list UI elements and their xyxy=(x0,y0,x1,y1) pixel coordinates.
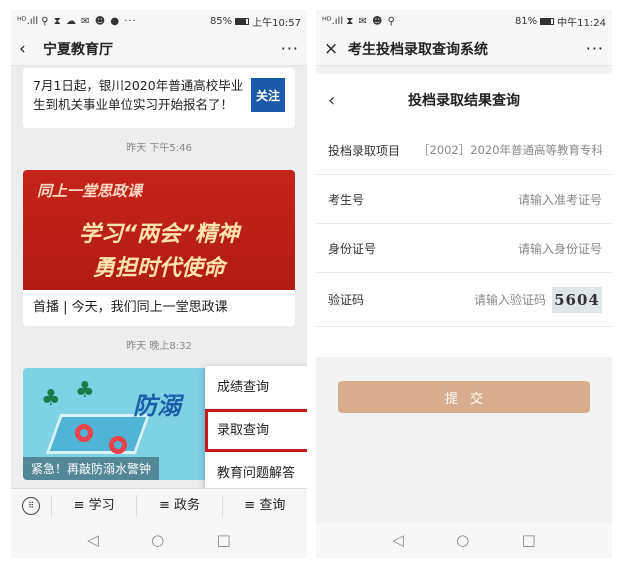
palm-tree-icon: ♣ xyxy=(75,378,95,403)
swim-ring-icon xyxy=(75,424,93,442)
nav-back-icon[interactable]: ◁ xyxy=(392,531,404,549)
battery-percent: 81% xyxy=(514,15,538,27)
system-nav-bar: ◁ ○ □ xyxy=(11,522,307,558)
message-timestamp: 昨天 晚上8:32 xyxy=(126,341,192,352)
right-phone-screen: ᴴᴰ.ıll ⧗ ✉ ☻ ⚲ 81% 中午11:24 × 考生投档录取查询系统 … xyxy=(316,10,612,558)
submit-button[interactable]: 提交 xyxy=(338,381,590,413)
system-nav-bar: ◁ ○ □ xyxy=(316,522,612,558)
menu-item-score-query[interactable]: 成绩查询 xyxy=(205,366,307,409)
article-banner-image: 同上一堂思政课 学习“两会”精神 勇担时代使命 xyxy=(23,170,295,290)
battery-icon xyxy=(540,17,555,25)
banner-line-1: 同上一堂思政课 xyxy=(37,182,143,200)
signal-icon: ᴴᴰ.ıll xyxy=(17,15,39,27)
webview-header: × 考生投档录取查询系统 ··· xyxy=(316,32,612,66)
tab-government[interactable]: ≡ 政务 xyxy=(136,494,221,517)
exam-number-row: 考生号 请输入准考证号 xyxy=(316,175,612,224)
captcha-input[interactable]: 请输入验证码 xyxy=(418,291,546,308)
follow-badge: 关注 xyxy=(251,78,285,112)
chat-header: ‹ 宁夏教育厅 ··· xyxy=(11,32,307,66)
banner-line-3: 勇担时代使命 xyxy=(92,256,225,281)
palm-tree-icon: ♣ xyxy=(41,386,61,411)
captcha-row: 验证码 请输入验证码 5604 xyxy=(316,273,612,327)
back-arrow-icon[interactable]: ‹ xyxy=(328,90,348,111)
battery-percent: 85% xyxy=(209,15,233,27)
nav-recent-icon[interactable]: □ xyxy=(522,531,536,549)
more-options-icon[interactable]: ··· xyxy=(281,39,299,58)
left-phone-screen: ᴴᴰ.ıll ⚲ ⧗ ☁ ✉ ☻ ● ··· 85% 上午10:57 ‹ 宁夏教… xyxy=(11,10,307,558)
menu-item-admission-query[interactable]: 录取查询 xyxy=(205,409,307,452)
tab-query[interactable]: ≡ 查询 xyxy=(221,494,307,517)
close-icon[interactable]: × xyxy=(324,39,342,59)
clock: 中午11:24 xyxy=(557,17,606,29)
id-number-row: 身份证号 请输入身份证号 xyxy=(316,224,612,273)
notice-card[interactable]: 7月1日起，银川2020年普通高校毕业生到机关事业单位实习开始报名了！ 关注 xyxy=(23,68,295,128)
battery-icon xyxy=(235,17,250,25)
notification-icons: ⧗ ✉ ☻ ⚲ xyxy=(346,15,396,27)
query-popup-menu: 成绩查询 录取查询 教育问题解答 xyxy=(205,366,307,495)
notice-text: 7月1日起，银川2020年普通高校毕业生到机关事业单位实习开始报名了！ xyxy=(33,78,244,112)
nav-home-icon[interactable]: ○ xyxy=(151,531,164,549)
page-title: 投档录取结果查询 xyxy=(408,93,520,109)
status-icons: ᴴᴰ.ıll ⧗ ✉ ☻ ⚲ xyxy=(322,16,396,27)
clock: 上午10:57 xyxy=(252,17,301,29)
article-title: 首播 | 今天，我们同上一堂思政课 xyxy=(23,290,295,326)
id-number-label: 身份证号 xyxy=(328,241,377,256)
nav-back-icon[interactable]: ◁ xyxy=(87,531,99,549)
exam-number-input[interactable]: 请输入准考证号 xyxy=(418,191,602,208)
status-bar: ᴴᴰ.ıll ⧗ ✉ ☻ ⚲ 81% 中午11:24 xyxy=(316,10,612,32)
signal-icon: ᴴᴰ.ıll xyxy=(322,15,344,27)
back-arrow-icon[interactable]: ‹ xyxy=(19,39,37,59)
status-icons: ᴴᴰ.ıll ⚲ ⧗ ☁ ✉ ☻ ● ··· xyxy=(17,16,137,27)
account-menu-bar: ⠿ ≡ 学习 ≡ 政务 ≡ 查询 xyxy=(11,488,307,522)
webview-title: 考生投档录取查询系统 xyxy=(348,41,488,58)
banner-line-2: 学习“两会”精神 xyxy=(78,222,240,247)
article-card[interactable]: 同上一堂思政课 学习“两会”精神 勇担时代使命 首播 | 今天，我们同上一堂思政… xyxy=(23,170,295,326)
account-title: 宁夏教育厅 xyxy=(43,41,113,58)
captcha-label: 验证码 xyxy=(328,293,365,307)
project-label: 投档录取项目 xyxy=(328,143,401,158)
swim-banner-word: 防溺 xyxy=(133,392,181,420)
swim-article-title: 紧急！再敲防溺水警钟 xyxy=(23,457,160,480)
more-options-icon[interactable]: ··· xyxy=(586,39,604,58)
message-timestamp: 昨天 下午5:46 xyxy=(126,143,192,154)
id-number-input[interactable]: 请输入身份证号 xyxy=(418,240,602,257)
swim-ring-icon xyxy=(109,436,127,454)
form-spacer xyxy=(316,327,612,357)
keyboard-icon: ⠿ xyxy=(22,496,40,515)
captcha-image[interactable]: 5604 xyxy=(552,286,602,313)
project-select[interactable]: ［2002］2020年普通高等教育专科 ▾ xyxy=(418,142,602,158)
page-header: ‹ 投档录取结果查询 xyxy=(316,74,612,126)
notification-icons: ⚲ ⧗ ☁ ✉ ☻ ● ··· xyxy=(41,15,137,27)
exam-number-label: 考生号 xyxy=(328,192,365,207)
nav-recent-icon[interactable]: □ xyxy=(217,531,231,549)
project-row: 投档录取项目 ［2002］2020年普通高等教育专科 ▾ xyxy=(316,126,612,175)
tab-study[interactable]: ≡ 学习 xyxy=(51,494,136,517)
nav-home-icon[interactable]: ○ xyxy=(456,531,469,549)
status-bar: ᴴᴰ.ıll ⚲ ⧗ ☁ ✉ ☻ ● ··· 85% 上午10:57 xyxy=(11,10,307,32)
keyboard-toggle[interactable]: ⠿ xyxy=(11,496,51,515)
